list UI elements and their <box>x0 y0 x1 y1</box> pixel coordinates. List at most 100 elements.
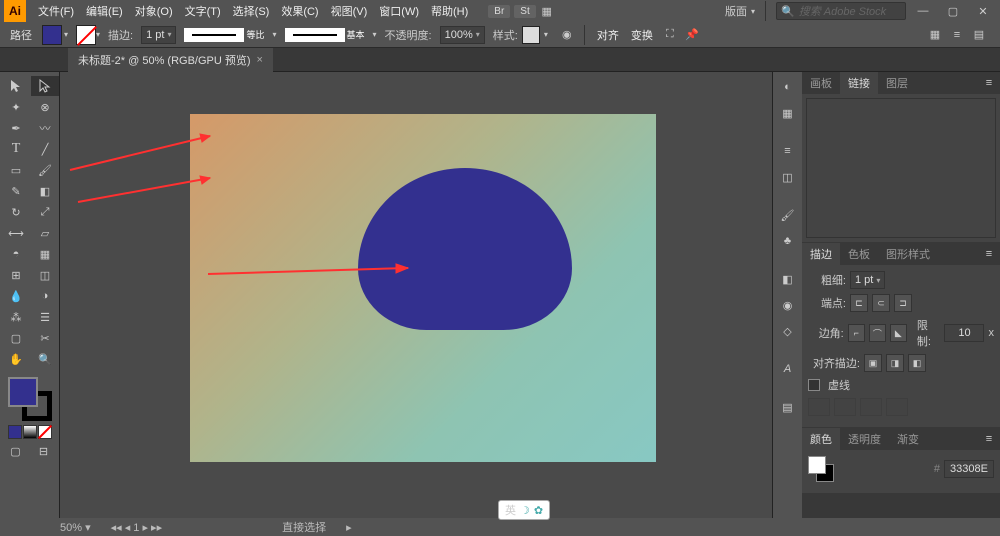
curvature-tool[interactable]: 〰 <box>31 118 59 138</box>
direct-selection-tool[interactable] <box>31 76 59 96</box>
tab-color[interactable]: 颜色 <box>802 428 840 450</box>
align-inside[interactable]: ◨ <box>886 354 904 372</box>
fill-swatch[interactable] <box>42 25 62 45</box>
menu-object[interactable]: 对象(O) <box>129 3 179 19</box>
selection-tool[interactable] <box>2 76 30 96</box>
perspective-tool[interactable]: ▦ <box>31 244 59 264</box>
corner-round[interactable]: ⌒ <box>869 324 886 342</box>
cap-projecting[interactable]: ⊐ <box>894 294 912 312</box>
tab-stroke[interactable]: 描边 <box>802 243 840 265</box>
opacity-dropdown[interactable]: 100% <box>440 26 485 44</box>
variable-width-dropdown[interactable] <box>184 28 244 42</box>
pin-icon[interactable]: 📌 <box>681 24 703 46</box>
type-tool[interactable]: T <box>2 139 30 159</box>
weight-dropdown[interactable]: 1 pt <box>850 271 885 289</box>
menu-type[interactable]: 文字(T) <box>179 3 227 19</box>
cap-round[interactable]: ⊂ <box>872 294 890 312</box>
blend-tool[interactable]: ◑ <box>31 286 59 306</box>
tab-graphic-styles[interactable]: 图形样式 <box>878 243 938 265</box>
ime-indicator[interactable]: 英 ☽ ✿ <box>498 500 550 520</box>
width-tool[interactable]: ⟷ <box>2 223 30 243</box>
menu-select[interactable]: 选择(S) <box>227 3 276 19</box>
gradient-mode[interactable] <box>23 425 37 439</box>
stock-button[interactable]: St <box>514 5 535 18</box>
eyedropper-tool[interactable]: 💧 <box>2 286 30 306</box>
menu-help[interactable]: 帮助(H) <box>425 3 474 19</box>
close-button[interactable]: ✕ <box>970 1 996 21</box>
fill-stroke-control[interactable] <box>8 377 52 421</box>
free-transform-tool[interactable]: ▱ <box>31 223 59 243</box>
hand-tool[interactable]: ✋ <box>2 349 30 369</box>
menu-effect[interactable]: 效果(C) <box>275 3 324 19</box>
column-graph-tool[interactable]: ☰ <box>31 307 59 327</box>
menu-edit[interactable]: 编辑(E) <box>80 3 129 19</box>
magic-wand-tool[interactable]: ✦ <box>2 97 30 117</box>
appearance-panel-icon[interactable]: ◉ <box>777 294 799 316</box>
panel-icon-3[interactable]: ▤ <box>968 24 990 46</box>
panel-menu-icon[interactable]: ≡ <box>978 72 1000 94</box>
symbol-sprayer-tool[interactable]: ⁂ <box>2 307 30 327</box>
tab-gradient[interactable]: 渐变 <box>889 428 927 450</box>
scale-tool[interactable]: ⤢ <box>31 202 59 222</box>
hex-input[interactable] <box>944 460 994 478</box>
gradient-panel-icon[interactable]: ◫ <box>777 166 799 188</box>
bridge-button[interactable]: Br <box>488 5 510 18</box>
recolor-icon[interactable]: ◉ <box>556 24 578 46</box>
tab-artboards[interactable]: 画板 <box>802 72 840 94</box>
line-tool[interactable]: ╱ <box>31 139 59 159</box>
artboard[interactable] <box>190 114 656 462</box>
panel-menu-icon[interactable]: ≡ <box>978 428 1000 450</box>
brushes-panel-icon[interactable]: 🖌 <box>777 204 799 226</box>
panel-menu-icon[interactable]: ≡ <box>978 243 1000 265</box>
stroke-weight-dropdown[interactable]: 1 pt <box>141 26 176 44</box>
eraser-tool[interactable]: ◧ <box>31 181 59 201</box>
align-center[interactable]: ▣ <box>864 354 882 372</box>
arrange-icon[interactable]: ▦ <box>536 0 558 22</box>
status-arrow-icon[interactable]: ▸ <box>346 521 352 534</box>
menu-file[interactable]: 文件(F) <box>32 3 80 19</box>
tab-swatches[interactable]: 色板 <box>840 243 878 265</box>
transparency-panel-icon[interactable]: ◧ <box>777 268 799 290</box>
symbols-panel-icon[interactable]: ♣ <box>777 230 799 252</box>
zoom-level[interactable]: 50% ▾ <box>60 521 91 534</box>
artboard-tool[interactable]: ▢ <box>2 328 30 348</box>
maximize-button[interactable]: ▢ <box>940 1 966 21</box>
stroke-panel-icon[interactable]: ≡ <box>777 140 799 162</box>
document-tab[interactable]: 未标题-2* @ 50% (RGB/GPU 预览) × <box>68 48 273 72</box>
none-mode[interactable] <box>38 425 52 439</box>
screen-mode[interactable]: ▢ <box>2 441 29 461</box>
canvas-area[interactable] <box>60 72 772 518</box>
cap-butt[interactable]: ⊏ <box>850 294 868 312</box>
menu-view[interactable]: 视图(V) <box>325 3 374 19</box>
menu-window[interactable]: 窗口(W) <box>373 3 425 19</box>
brush-dropdown[interactable] <box>285 28 345 42</box>
paintbrush-tool[interactable]: 🖌 <box>31 160 59 180</box>
pencil-tool[interactable]: ✎ <box>2 181 30 201</box>
gradient-tool[interactable]: ◫ <box>31 265 59 285</box>
align-outside[interactable]: ◧ <box>908 354 926 372</box>
corner-miter[interactable]: ⌐ <box>848 324 865 342</box>
screen-mode-dropdown[interactable]: ⊟ <box>30 441 57 461</box>
fill-swatch-mini[interactable] <box>808 456 826 474</box>
color-panel-icon[interactable]: ◐ <box>777 76 799 98</box>
close-tab-icon[interactable]: × <box>257 54 263 66</box>
graphic-styles-panel-icon[interactable]: ◇ <box>777 320 799 342</box>
character-panel-icon[interactable]: A <box>777 358 799 380</box>
style-swatch[interactable] <box>522 26 540 44</box>
zoom-tool[interactable]: 🔍 <box>31 349 59 369</box>
transform-link[interactable]: 变换 <box>625 27 659 43</box>
isolate-icon[interactable]: ⛶ <box>659 24 681 46</box>
panel-icon-1[interactable]: ▦ <box>924 24 946 46</box>
shape-builder-tool[interactable]: ◓ <box>2 244 30 264</box>
align-link[interactable]: 对齐 <box>591 27 625 43</box>
pen-tool[interactable]: ✒ <box>2 118 30 138</box>
path-shape[interactable] <box>358 168 572 330</box>
rotate-tool[interactable]: ↻ <box>2 202 30 222</box>
links-list[interactable] <box>806 98 996 238</box>
tab-layers[interactable]: 图层 <box>878 72 916 94</box>
stroke-swatch[interactable] <box>76 25 96 45</box>
swatches-panel-icon[interactable]: ▦ <box>777 102 799 124</box>
fill-color[interactable] <box>8 377 38 407</box>
lasso-tool[interactable]: ⊗ <box>31 97 59 117</box>
minimize-button[interactable]: — <box>910 1 936 21</box>
